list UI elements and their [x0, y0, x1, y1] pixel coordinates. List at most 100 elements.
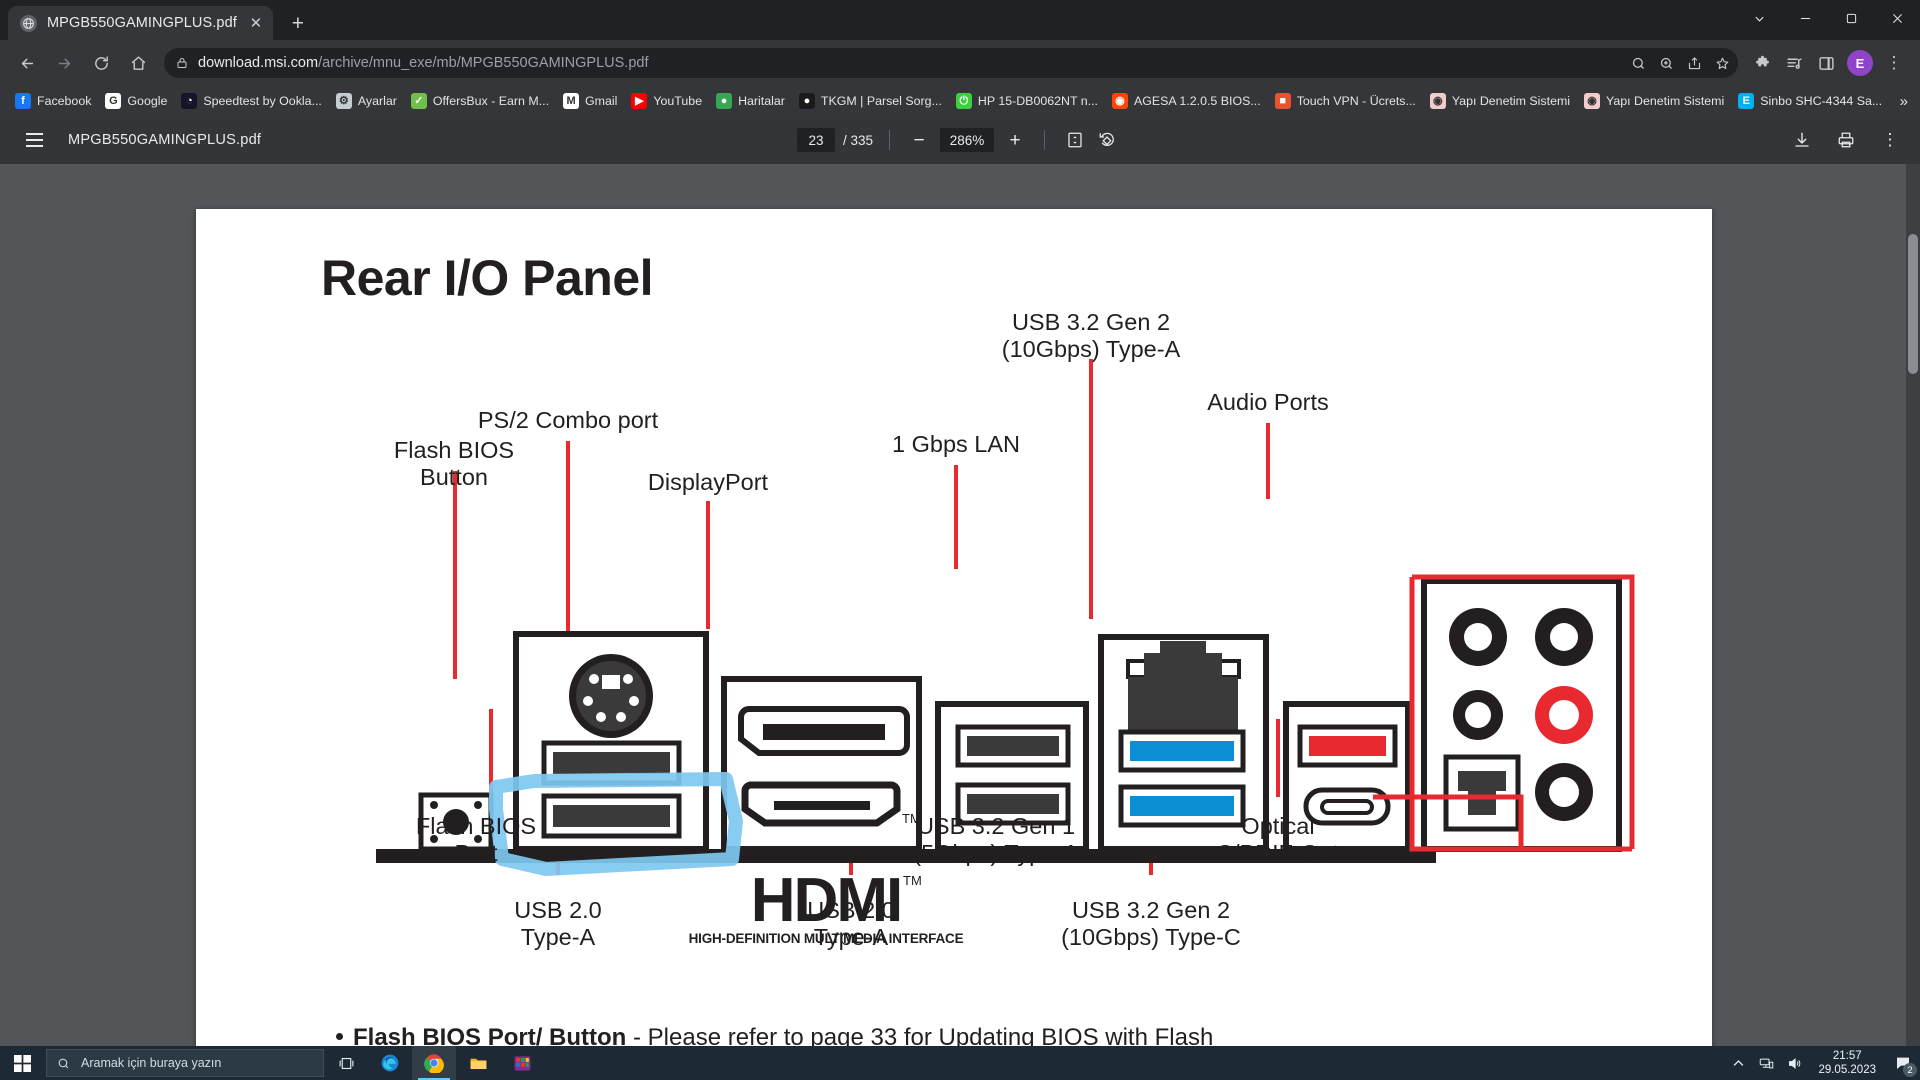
start-windows-icon[interactable]: [0, 1046, 44, 1080]
media-list-icon[interactable]: [1778, 47, 1810, 79]
svg-text:TM: TM: [903, 873, 922, 888]
avatar[interactable]: E: [1847, 50, 1873, 76]
power-icon: ⏻: [955, 93, 972, 109]
pdf-toolbar: MPGB550GAMINGPLUS.pdf 23 / 335 − 286% +: [0, 116, 1920, 164]
io-panel-svg: TM HDMI TM HIGH-DEFINITION MULTIMEDIA IN…: [376, 359, 1635, 946]
fit-page-icon[interactable]: [1059, 124, 1091, 156]
browser-tab[interactable]: MPGB550GAMINGPLUS.pdf ✕: [8, 6, 273, 40]
extensions-puzzle-icon[interactable]: [1746, 47, 1778, 79]
notification-count-badge: 2: [1903, 1063, 1917, 1077]
bookmark-label: Facebook: [37, 94, 92, 108]
divider: [889, 130, 891, 150]
clock-date: 29.05.2023: [1818, 1064, 1876, 1076]
maximize-button[interactable]: [1828, 0, 1874, 36]
close-icon[interactable]: ✕: [245, 12, 267, 34]
pdf-scrollbar[interactable]: [1906, 164, 1920, 1046]
bookmark-label: YouTube: [653, 94, 703, 108]
bookmark-item[interactable]: ◉ Yapı Denetim Sistemi: [1577, 90, 1731, 112]
omnibox-actions: [1624, 48, 1736, 78]
bookmark-item[interactable]: M Gmail: [556, 90, 624, 112]
bookmark-star-icon[interactable]: [1708, 49, 1736, 77]
pdf-page-controls: 23 / 335 − 286% +: [796, 124, 1123, 156]
forward-icon[interactable]: [47, 46, 81, 80]
bullet-rest-text: - Please refer to page 33 for Updating B…: [626, 1024, 1214, 1046]
touchvpn-icon: ■: [1274, 93, 1291, 109]
url-path: /archive/mnu_exe/mb/MPGB550GAMINGPLUS.pd…: [318, 55, 649, 71]
page-total: / 335: [842, 132, 874, 148]
bookmark-item[interactable]: ◉ AGESA 1.2.0.5 BIOS...: [1105, 90, 1268, 112]
navigation-toolbar: download.msi.com/archive/mnu_exe/mb/MPGB…: [0, 40, 1920, 86]
volume-icon[interactable]: [1780, 1046, 1808, 1080]
speedtest-icon: ◔: [181, 93, 198, 109]
globe-icon: [20, 14, 37, 32]
home-icon[interactable]: [121, 46, 155, 80]
bookmark-item[interactable]: ● Haritalar: [709, 90, 792, 112]
record-icon: ◉: [1584, 93, 1601, 109]
bookmarks-overflow-button[interactable]: »: [1894, 86, 1914, 116]
print-icon[interactable]: [1830, 124, 1862, 156]
reddit-icon: ◉: [1111, 93, 1128, 109]
browser-window: MPGB550GAMINGPLUS.pdf ✕ + download.msi.c…: [0, 0, 1920, 1046]
reload-icon[interactable]: [84, 46, 118, 80]
window-controls: [1736, 0, 1920, 36]
share-icon[interactable]: [1680, 49, 1708, 77]
new-tab-button[interactable]: +: [283, 8, 313, 38]
scrollbar-thumb[interactable]: [1908, 234, 1918, 374]
file-explorer-icon[interactable]: [456, 1046, 500, 1080]
task-view-icon[interactable]: [324, 1046, 368, 1080]
microsoft-edge-icon[interactable]: [368, 1046, 412, 1080]
divider: [1044, 130, 1046, 150]
system-tray: 21:57 29.05.2023 2: [1724, 1046, 1920, 1080]
bookmark-label: Google: [127, 94, 168, 108]
bookmark-item[interactable]: ◔ Speedtest by Ookla...: [174, 90, 328, 112]
bookmark-item[interactable]: ● TKGM | Parsel Sorg...: [792, 90, 949, 112]
zoom-in-button[interactable]: +: [1000, 125, 1030, 155]
bookmark-item[interactable]: ▶ YouTube: [624, 90, 709, 112]
rotate-icon[interactable]: [1091, 124, 1123, 156]
url-domain: download.msi.com: [198, 55, 319, 71]
diagram-label-usb20-typea-mid: USB 2.0 Type-A: [807, 897, 895, 951]
page-number-input[interactable]: 23: [796, 128, 835, 152]
network-icon[interactable]: [1752, 1046, 1780, 1080]
gmail-icon: M: [563, 93, 580, 109]
close-button[interactable]: [1874, 0, 1920, 36]
bookmark-label: AGESA 1.2.0.5 BIOS...: [1133, 94, 1261, 108]
clock[interactable]: 21:57 29.05.2023: [1808, 1049, 1886, 1078]
side-panel-icon[interactable]: [1810, 47, 1842, 79]
address-bar[interactable]: download.msi.com/archive/mnu_exe/mb/MPGB…: [164, 48, 1738, 78]
bookmark-item[interactable]: E Sinbo SHC-4344 Sa...: [1731, 90, 1889, 112]
bookmark-item[interactable]: ◉ Yapı Denetim Sistemi: [1423, 90, 1577, 112]
search-icon: [58, 1058, 69, 1068]
chevron-down-icon[interactable]: [1736, 0, 1782, 36]
bookmark-item[interactable]: ■ Touch VPN - Ücrets...: [1268, 90, 1423, 112]
bookmark-label: Yapı Denetim Sistemi: [1606, 94, 1725, 108]
sidebar-menu-icon[interactable]: [14, 120, 54, 160]
search-icon[interactable]: [1624, 49, 1652, 77]
diagram-label-optical-spdif-out: Optical S/PDIF-Out: [1217, 813, 1339, 867]
google-chrome-icon[interactable]: [412, 1046, 456, 1080]
winrar-icon[interactable]: [500, 1046, 544, 1080]
maps-pin-icon: ●: [716, 93, 733, 109]
diagram-label-displayport: DisplayPort: [647, 469, 769, 495]
bookmark-item[interactable]: ✓ OffersBux - Earn M...: [404, 90, 556, 112]
tab-strip: MPGB550GAMINGPLUS.pdf ✕ +: [0, 0, 1920, 40]
back-icon[interactable]: [10, 46, 44, 80]
bookmark-item[interactable]: ⚙ Ayarlar: [329, 90, 404, 112]
bookmark-label: Speedtest by Ookla...: [203, 94, 322, 108]
zoom-out-button[interactable]: −: [904, 125, 934, 155]
bookmark-item[interactable]: f Facebook: [8, 90, 98, 112]
taskbar-search-input[interactable]: Aramak için buraya yazın: [46, 1049, 324, 1077]
diagram-label-usb20-typea-left: USB 2.0 Type-A: [514, 897, 602, 951]
bookmark-item[interactable]: G Google: [98, 90, 174, 112]
bookmarks-bar: f Facebook G Google ◔ Speedtest by Ookla... ⚙ A…: [0, 86, 1920, 116]
download-icon[interactable]: [1786, 124, 1818, 156]
notifications-button[interactable]: 2: [1886, 1046, 1920, 1080]
pdf-more-icon[interactable]: ⋮: [1874, 124, 1906, 156]
rear-io-panel-diagram: TM HDMI TM HIGH-DEFINITION MULTIMEDIA IN…: [196, 209, 1712, 1046]
facebook-icon: f: [15, 93, 31, 109]
bookmark-item[interactable]: ⏻ HP 15-DB0062NT n...: [949, 90, 1105, 112]
zoom-icon[interactable]: [1652, 49, 1680, 77]
chevron-up-icon[interactable]: [1724, 1046, 1752, 1080]
minimize-button[interactable]: [1782, 0, 1828, 36]
browser-menu-icon[interactable]: ⋮: [1878, 47, 1910, 79]
